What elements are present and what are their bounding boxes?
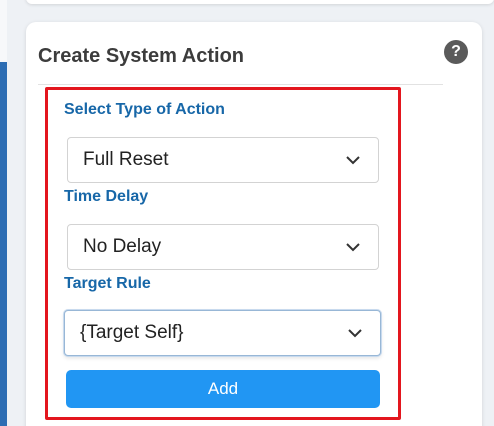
time-delay-label: Time Delay bbox=[64, 188, 149, 205]
card-title: Create System Action bbox=[38, 45, 244, 67]
chevron-down-icon bbox=[346, 224, 378, 270]
chevron-down-icon bbox=[346, 137, 378, 183]
add-button[interactable]: Add bbox=[66, 370, 380, 408]
action-type-value: Full Reset bbox=[83, 149, 169, 170]
target-rule-label: Target Rule bbox=[64, 275, 151, 292]
target-rule-select[interactable]: {Target Self} bbox=[64, 310, 381, 356]
action-type-label: Select Type of Action bbox=[64, 101, 225, 118]
page: Create System Action ? Select Type of Ac… bbox=[0, 0, 494, 426]
previous-card bbox=[26, 0, 494, 4]
left-edge-bar bbox=[0, 0, 7, 426]
target-rule-value: {Target Self} bbox=[80, 322, 184, 343]
chevron-down-icon bbox=[348, 310, 380, 356]
time-delay-value: No Delay bbox=[83, 236, 162, 257]
left-edge-bar-top bbox=[0, 0, 7, 62]
action-type-select[interactable]: Full Reset bbox=[67, 137, 379, 183]
create-system-action-card: Create System Action ? Select Type of Ac… bbox=[26, 22, 482, 426]
help-icon[interactable]: ? bbox=[444, 40, 468, 64]
title-divider bbox=[38, 84, 443, 85]
time-delay-select[interactable]: No Delay bbox=[67, 224, 379, 270]
